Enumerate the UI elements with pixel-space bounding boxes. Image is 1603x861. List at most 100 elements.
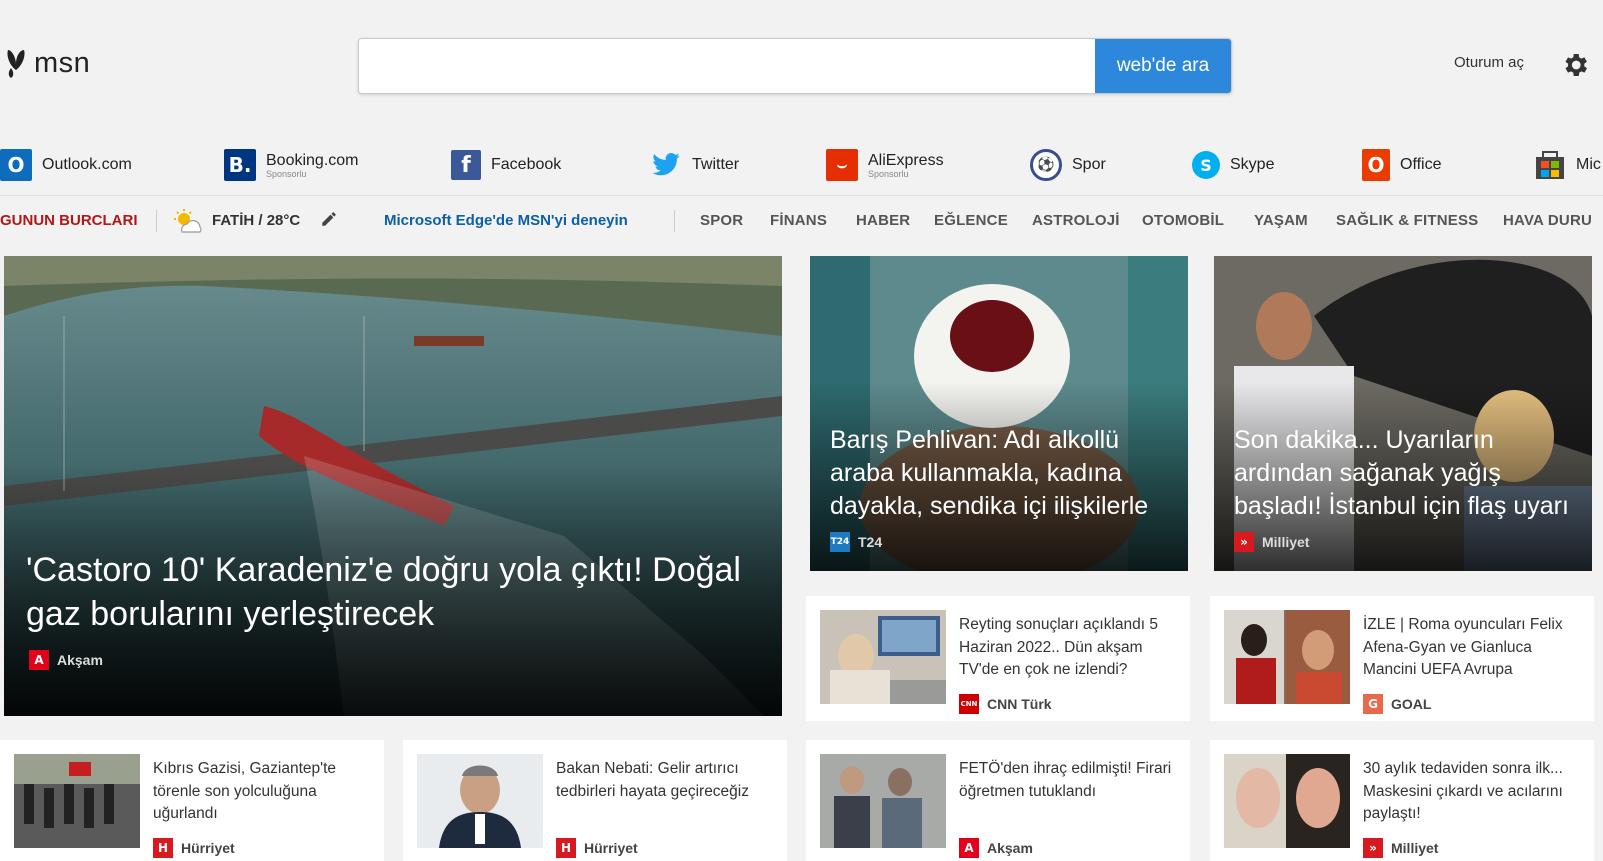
quick-link-booking[interactable]: B. Booking.com Sponsorlu: [224, 142, 359, 188]
news-card-small[interactable]: Bakan Nebati: Gelir artırıcı tedbirleri …: [403, 740, 787, 861]
news-image: [1214, 256, 1592, 571]
news-source: G GOAL: [1363, 694, 1431, 714]
outlook-icon: O: [0, 149, 32, 181]
news-source: » Milliyet: [1234, 532, 1309, 552]
spor-icon: ⚽: [1030, 149, 1062, 181]
quick-link-label: Office: [1400, 156, 1442, 173]
quick-link-label: Skype: [1230, 156, 1275, 173]
quick-link-label: AliExpress: [868, 151, 944, 169]
burc-link[interactable]: GUNUN BURCLARI: [0, 212, 138, 229]
hero-image: [4, 256, 782, 716]
butterfly-icon: [7, 50, 25, 78]
sponsored-label: Sponsorlu: [266, 168, 307, 179]
news-thumbnail: [1224, 754, 1350, 848]
news-card-image[interactable]: Barış Pehlivan: Adı alkollü araba kullan…: [810, 256, 1188, 571]
search-bar: web'de ara: [358, 38, 1232, 94]
nav-item-eglence[interactable]: EĞLENCE: [934, 212, 1008, 229]
hero-source: A Akşam: [29, 650, 103, 670]
search-button[interactable]: web'de ara: [1095, 39, 1231, 93]
news-source: CNN CNN Türk: [959, 694, 1052, 714]
nav-item-finans[interactable]: FİNANS: [770, 212, 827, 229]
quick-link-spor[interactable]: ⚽ Spor: [1030, 142, 1106, 188]
category-nav: GUNUN BURCLARI FATİH / 28°C Microsoft Ed…: [0, 208, 1603, 238]
nav-item-saglik-fitness[interactable]: SAĞLIK & FITNESS: [1336, 212, 1478, 229]
quick-link-outlook[interactable]: O Outlook.com: [0, 142, 132, 188]
news-title: Barış Pehlivan: Adı alkollü araba kullan…: [830, 426, 1149, 520]
hero-title[interactable]: 'Castoro 10' Karadeniz'e doğru yola çıkt…: [26, 548, 746, 636]
source-name: Hürriyet: [181, 840, 235, 856]
news-source: H Hürriyet: [556, 838, 638, 858]
hurriyet-logo-icon: H: [556, 838, 576, 858]
aksam-logo-icon: A: [29, 650, 49, 670]
quick-link-store[interactable]: Mic: [1534, 142, 1601, 188]
quick-link-label: Mic: [1576, 156, 1601, 173]
news-card-image[interactable]: Son dakika... Uyarıların ardından sağana…: [1214, 256, 1592, 571]
quick-link-aliexpress[interactable]: ⌣ AliExpress Sponsorlu: [826, 142, 944, 188]
news-card-small[interactable]: 30 aylık tedaviden sonra ilk... Maskesin…: [1210, 740, 1594, 861]
news-source: A Akşam: [959, 838, 1033, 858]
quick-link-label: Spor: [1072, 156, 1106, 173]
booking-icon: B.: [224, 149, 256, 181]
search-input[interactable]: [359, 39, 1095, 93]
office-icon: O: [1362, 149, 1390, 181]
milliyet-logo-icon: »: [1363, 838, 1383, 858]
store-icon: [1536, 151, 1564, 179]
quick-link-twitter[interactable]: Twitter: [650, 142, 739, 188]
t24-logo-icon: T24: [830, 532, 850, 552]
source-name: T24: [858, 534, 883, 550]
logo-text: msn: [34, 46, 91, 79]
news-title: Kıbrıs Gazisi, Gaziantep'te törenle son …: [153, 760, 337, 822]
news-title: Reyting sonuçları açıklandı 5 Haziran 20…: [959, 616, 1159, 678]
msn-logo[interactable]: msn: [2, 46, 90, 80]
source-name: Akşam: [987, 840, 1033, 856]
edge-promo-link[interactable]: Microsoft Edge'de MSN'yi deneyin: [384, 212, 628, 229]
source-name: Hürriyet: [584, 840, 638, 856]
quick-link-label: Outlook.com: [42, 156, 132, 173]
nav-item-hava-durumu[interactable]: HAVA DURU: [1503, 212, 1592, 229]
cnn-turk-logo-icon: CNN: [959, 694, 979, 714]
divider: [0, 195, 1603, 196]
news-card-small[interactable]: FETÖ'den ihraç edilmişti! Firari öğretme…: [806, 740, 1190, 861]
partly-sunny-icon: [174, 209, 202, 233]
news-card-small[interactable]: Reyting sonuçları açıklandı 5 Haziran 20…: [806, 596, 1190, 721]
nav-item-yasam[interactable]: YAŞAM: [1254, 212, 1308, 229]
news-thumbnail: [417, 754, 543, 848]
quick-link-facebook[interactable]: f Facebook: [451, 142, 561, 188]
milliyet-logo-icon: »: [1234, 532, 1254, 552]
news-thumbnail: [820, 610, 946, 704]
news-source: » Milliyet: [1363, 838, 1438, 858]
pencil-icon[interactable]: [320, 210, 338, 228]
news-card-small[interactable]: İZLE | Roma oyuncuları Felix Afena-Gyan …: [1210, 596, 1594, 721]
hero-card[interactable]: [4, 256, 782, 716]
news-card-small[interactable]: Kıbrıs Gazisi, Gaziantep'te törenle son …: [0, 740, 384, 861]
nav-item-spor[interactable]: SPOR: [700, 212, 743, 229]
source-name: Milliyet: [1391, 840, 1439, 856]
aliexpress-icon: ⌣: [826, 149, 858, 181]
quick-link-label: Twitter: [692, 156, 740, 173]
nav-item-astroloji[interactable]: ASTROLOJİ: [1032, 212, 1120, 229]
news-source: T24 T24: [830, 532, 882, 552]
quick-link-office[interactable]: O Office: [1362, 142, 1442, 188]
nav-item-otomobil[interactable]: OTOMOBİL: [1142, 212, 1224, 229]
goal-logo-icon: G: [1363, 694, 1383, 714]
weather-location[interactable]: FATİH / 28°C: [212, 212, 300, 229]
quick-link-skype[interactable]: S Skype: [1192, 142, 1274, 188]
hurriyet-logo-icon: H: [153, 838, 173, 858]
source-name: Milliyet: [1262, 534, 1310, 550]
quick-link-label: Facebook: [491, 156, 562, 173]
signin-link[interactable]: Oturum aç: [1454, 54, 1524, 71]
news-thumbnail: [820, 754, 946, 848]
news-thumbnail: [14, 754, 140, 848]
quick-link-label: Booking.com: [266, 151, 359, 169]
nav-item-haber[interactable]: HABER: [856, 212, 910, 229]
news-source: H Hürriyet: [153, 838, 235, 858]
quick-links-bar: O Outlook.com B. Booking.com Sponsorlu f …: [0, 142, 1603, 188]
news-title: Son dakika... Uyarıların ardından sağana…: [1234, 426, 1569, 520]
facebook-icon: f: [451, 150, 481, 180]
source-name: Akşam: [57, 652, 103, 668]
aksam-logo-icon: A: [959, 838, 979, 858]
nav-separator: [674, 210, 675, 232]
news-thumbnail: [1224, 610, 1350, 704]
sponsored-label: Sponsorlu: [868, 168, 909, 179]
gear-icon[interactable]: [1560, 50, 1590, 80]
